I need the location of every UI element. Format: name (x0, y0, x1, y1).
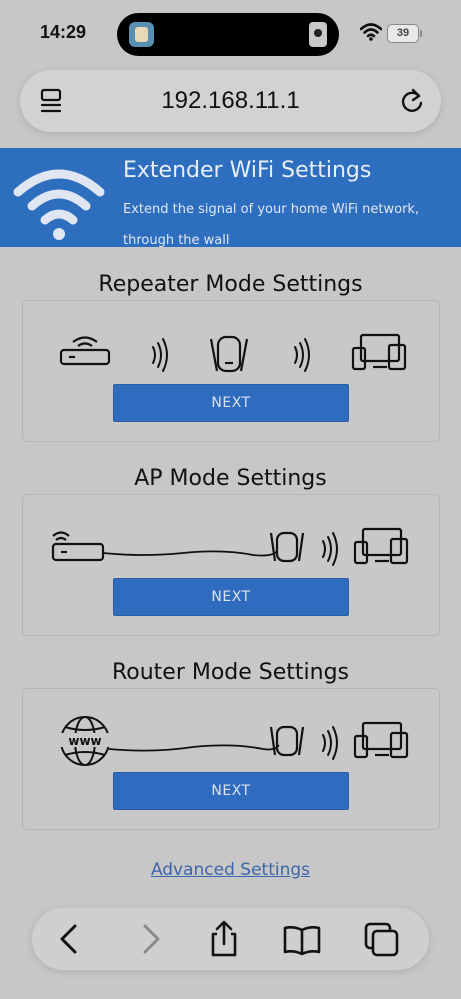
signal-waves-icon (322, 726, 338, 760)
extender-icon (209, 335, 249, 373)
speaker-icon (309, 22, 327, 47)
ap-diagram (51, 527, 409, 566)
back-icon[interactable] (50, 920, 90, 958)
devices-icon (353, 721, 409, 759)
signal-waves-icon (152, 338, 168, 372)
wifi-status-icon (360, 23, 382, 41)
header-banner: Extender WiFi Settings Extend the signal… (0, 148, 461, 248)
signal-waves-icon (294, 338, 310, 372)
status-bar: 14:29 39 (0, 0, 461, 66)
router-icon (51, 531, 105, 562)
router-mode-title: Router Mode Settings (111, 660, 350, 685)
router-next-button[interactable]: NEXT (113, 772, 349, 810)
forward-icon[interactable] (130, 920, 170, 958)
router-diagram: www (59, 716, 409, 766)
reload-icon[interactable] (399, 87, 425, 115)
router-icon (59, 336, 111, 366)
ap-next-button[interactable]: NEXT (113, 578, 349, 616)
app-thumbnail-icon[interactable] (129, 22, 154, 47)
dynamic-island[interactable] (117, 13, 339, 56)
wifi-icon (13, 169, 105, 240)
banner-subtitle: Extend the signal of your home WiFi netw… (123, 202, 420, 248)
repeater-diagram (59, 333, 407, 373)
ap-mode-title: AP Mode Settings (134, 466, 327, 491)
extender-icon (269, 531, 305, 563)
signal-waves-icon (322, 532, 338, 566)
repeater-next-button[interactable]: NEXT (113, 384, 349, 422)
battery-indicator: 39 (387, 24, 422, 43)
ap-mode-card: NEXT (22, 494, 440, 636)
devices-icon (351, 333, 407, 371)
repeater-mode-card: NEXT (22, 300, 440, 442)
address-bar[interactable]: 192.168.11.1 (20, 70, 441, 132)
share-icon[interactable] (204, 920, 244, 958)
status-time: 14:29 (40, 22, 87, 42)
router-mode-card: www NEXT (22, 688, 440, 830)
devices-icon (353, 527, 409, 565)
browser-toolbar (32, 908, 429, 970)
svg-text:www: www (68, 734, 101, 748)
banner-title: Extender WiFi Settings (123, 158, 372, 183)
repeater-mode-title: Repeater Mode Settings (98, 272, 363, 297)
globe-icon: www (59, 716, 111, 766)
advanced-settings-link[interactable]: Advanced Settings (0, 860, 461, 880)
tabs-icon[interactable] (362, 920, 402, 958)
url-text[interactable]: 192.168.11.1 (20, 87, 441, 115)
ethernet-cable (108, 744, 280, 752)
ethernet-cable (102, 550, 278, 557)
extender-icon (269, 725, 305, 757)
bookmarks-icon[interactable] (282, 920, 322, 958)
